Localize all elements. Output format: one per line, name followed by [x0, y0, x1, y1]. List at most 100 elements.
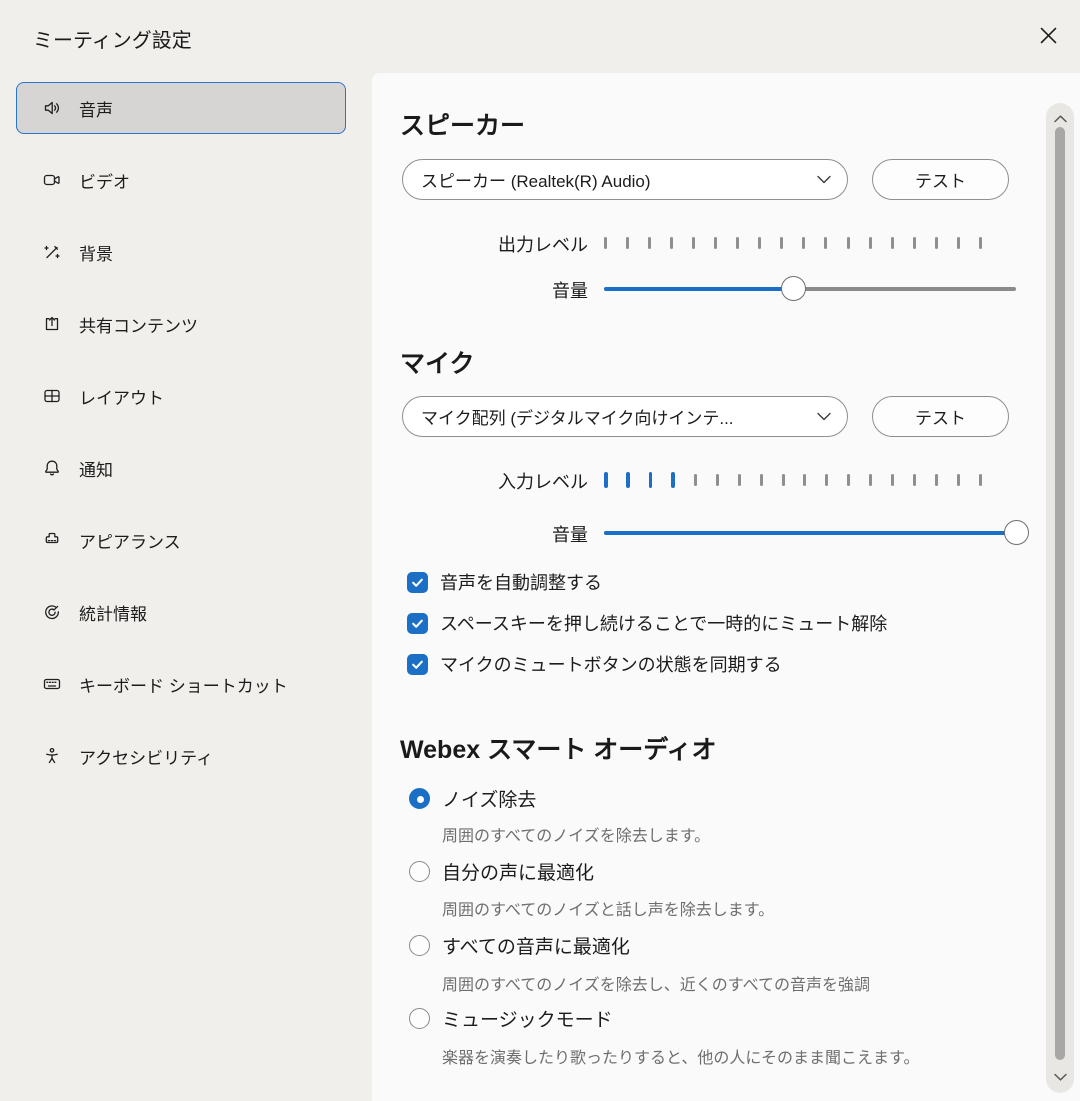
radio-label: ノイズ除去 [442, 785, 536, 812]
sidebar-item-share-content[interactable]: 共有コンテンツ [16, 298, 346, 350]
level-tick [869, 237, 872, 249]
radio-description: 楽器を演奏したり歌ったりすると、他の人にそのまま聞こえます。 [442, 1044, 919, 1068]
magic-wand-icon [42, 242, 62, 262]
checkbox[interactable] [407, 613, 428, 634]
microphone-test-button[interactable]: テスト [872, 396, 1009, 437]
sidebar-item-label: 音声 [79, 96, 113, 121]
sync-mute-button-checkbox-row[interactable]: マイクのミュートボタンの状態を同期する [407, 651, 782, 677]
checkbox[interactable] [407, 572, 428, 593]
noise-removal-radio-row[interactable]: ノイズ除去 [409, 785, 536, 812]
sidebar-item-label: キーボード ショートカット [79, 672, 288, 697]
slider-fill [604, 287, 794, 291]
audio-settings-panel: スピーカー スピーカー (Realtek(R) Audio) テスト 出力レベル… [372, 73, 1080, 1101]
level-tick [626, 472, 630, 488]
slider-thumb[interactable] [1004, 520, 1029, 545]
speaker-volume-slider[interactable] [604, 276, 1016, 301]
radio-description: 周囲のすべてのノイズと話し声を除去します。 [442, 896, 774, 920]
level-tick [714, 237, 717, 249]
sidebar-item-notifications[interactable]: 通知 [16, 442, 346, 494]
microphone-device-value: マイク配列 (デジタルマイク向けインテ... [421, 404, 817, 429]
radio-button[interactable] [409, 1008, 430, 1029]
sidebar-item-label: レイアウト [79, 384, 164, 409]
speaker-test-button[interactable]: テスト [872, 159, 1009, 200]
level-tick [913, 474, 916, 486]
microphone-device-select[interactable]: マイク配列 (デジタルマイク向けインテ... [402, 396, 848, 437]
sidebar-item-audio[interactable]: 音声 [16, 82, 346, 134]
radio-label: ミュージックモード [442, 1005, 613, 1032]
music-mode-radio-row[interactable]: ミュージックモード [409, 1005, 613, 1032]
sidebar-item-label: ビデオ [79, 168, 130, 193]
scroll-up-arrow[interactable] [1046, 109, 1074, 129]
optimize-all-voices-radio-row[interactable]: すべての音声に最適化 [409, 932, 630, 959]
slider-thumb[interactable] [781, 276, 806, 301]
level-tick [803, 474, 806, 486]
slider-fill [604, 531, 1016, 535]
output-level-meter [604, 234, 982, 252]
close-icon [1040, 27, 1057, 49]
level-tick [780, 237, 783, 249]
sidebar-item-label: 背景 [79, 240, 113, 265]
checkbox-label: 音声を自動調整する [440, 569, 602, 595]
sidebar-item-accessibility[interactable]: アクセシビリティ [16, 730, 346, 782]
microphone-heading: マイク [400, 344, 475, 380]
sidebar-item-layout[interactable]: レイアウト [16, 370, 346, 422]
keyboard-icon [42, 674, 62, 694]
level-tick [847, 474, 850, 486]
level-tick [957, 474, 960, 486]
spacebar-unmute-checkbox-row[interactable]: スペースキーを押し続けることで一時的にミュート解除 [407, 610, 887, 636]
sidebar-item-label: 統計情報 [79, 600, 147, 625]
checkbox[interactable] [407, 654, 428, 675]
level-tick [979, 237, 982, 249]
radio-button[interactable] [409, 861, 430, 882]
input-level-label: 入力レベル [400, 468, 588, 494]
radio-label: 自分の声に最適化 [442, 858, 594, 885]
sidebar-item-label: アピアランス [79, 528, 181, 553]
scrollbar-thumb[interactable] [1055, 127, 1065, 1060]
level-tick [760, 474, 763, 486]
speaker-volume-label: 音量 [400, 277, 588, 303]
level-tick [824, 237, 827, 249]
meeting-settings-dialog: ミーティング設定 音声 ビデオ 背景 共有コンテンツ レイアウト 通知 [0, 0, 1080, 1101]
sidebar-item-appearance[interactable]: アピアランス [16, 514, 346, 566]
level-tick [694, 474, 697, 486]
radio-description: 周囲のすべてのノイズを除去します。 [442, 822, 710, 846]
level-tick [649, 472, 653, 488]
brush-icon [42, 530, 62, 550]
input-level-meter [604, 471, 982, 489]
radio-description: 周囲のすべてのノイズを除去し、近くのすべての音声を強調 [442, 971, 870, 995]
scroll-down-arrow[interactable] [1046, 1067, 1074, 1087]
level-tick [736, 237, 739, 249]
auto-adjust-audio-checkbox-row[interactable]: 音声を自動調整する [407, 569, 602, 595]
radio-button[interactable] [409, 935, 430, 956]
level-tick [869, 474, 872, 486]
level-tick [957, 237, 960, 249]
video-camera-icon [42, 170, 62, 190]
sidebar-item-keyboard-shortcuts[interactable]: キーボード ショートカット [16, 658, 346, 710]
sidebar-item-video[interactable]: ビデオ [16, 154, 346, 206]
level-tick [604, 472, 608, 488]
level-tick [738, 474, 741, 486]
sidebar-item-statistics[interactable]: 統計情報 [16, 586, 346, 638]
checkbox-label: マイクのミュートボタンの状態を同期する [440, 651, 782, 677]
settings-sidebar: 音声 ビデオ 背景 共有コンテンツ レイアウト 通知 アピアランス 統計情報 [16, 82, 346, 802]
layout-icon [42, 386, 62, 406]
microphone-volume-slider[interactable] [604, 520, 1016, 545]
stats-icon [42, 602, 62, 622]
speaker-device-value: スピーカー (Realtek(R) Audio) [421, 167, 817, 192]
sidebar-item-label: アクセシビリティ [79, 744, 213, 769]
sidebar-item-background[interactable]: 背景 [16, 226, 346, 278]
close-button[interactable] [1034, 24, 1062, 52]
optimize-my-voice-radio-row[interactable]: 自分の声に最適化 [409, 858, 594, 885]
level-tick [979, 474, 982, 486]
share-icon [42, 314, 62, 334]
level-tick [692, 237, 695, 249]
scrollbar[interactable] [1046, 103, 1074, 1093]
level-tick [716, 474, 719, 486]
speaker-device-select[interactable]: スピーカー (Realtek(R) Audio) [402, 159, 848, 200]
smart-audio-heading: Webex スマート オーディオ [400, 730, 717, 766]
level-tick [604, 237, 607, 249]
accessibility-icon [42, 746, 62, 766]
output-level-label: 出力レベル [400, 231, 588, 257]
radio-button[interactable] [409, 788, 430, 809]
radio-label: すべての音声に最適化 [442, 932, 630, 959]
